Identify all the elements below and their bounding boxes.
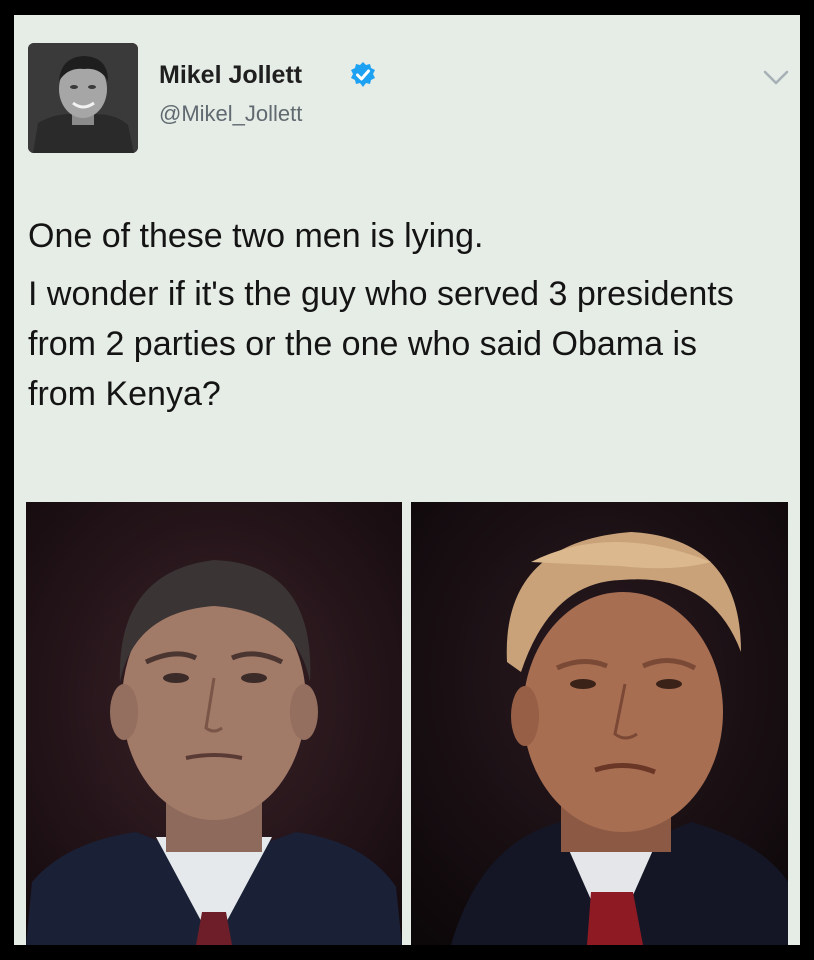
tweet-text-line-2: I wonder if it's the guy who served 3 pr… xyxy=(28,275,734,413)
tweet-text: One of these two men is lying. I wonder … xyxy=(28,211,748,419)
author-handle[interactable]: @Mikel_Jollett xyxy=(159,101,302,127)
tweet-card: Mikel Jollett @Mikel_Jollett One of thes… xyxy=(14,15,800,945)
chevron-down-icon[interactable] xyxy=(763,69,789,87)
tweet-text-line-1: One of these two men is lying. xyxy=(28,217,484,255)
tweet-photo-left[interactable] xyxy=(26,502,402,945)
tweet-photo-right[interactable] xyxy=(411,502,788,945)
author-avatar[interactable] xyxy=(28,43,138,153)
verified-badge-icon xyxy=(351,62,375,87)
author-name[interactable]: Mikel Jollett xyxy=(159,61,302,90)
